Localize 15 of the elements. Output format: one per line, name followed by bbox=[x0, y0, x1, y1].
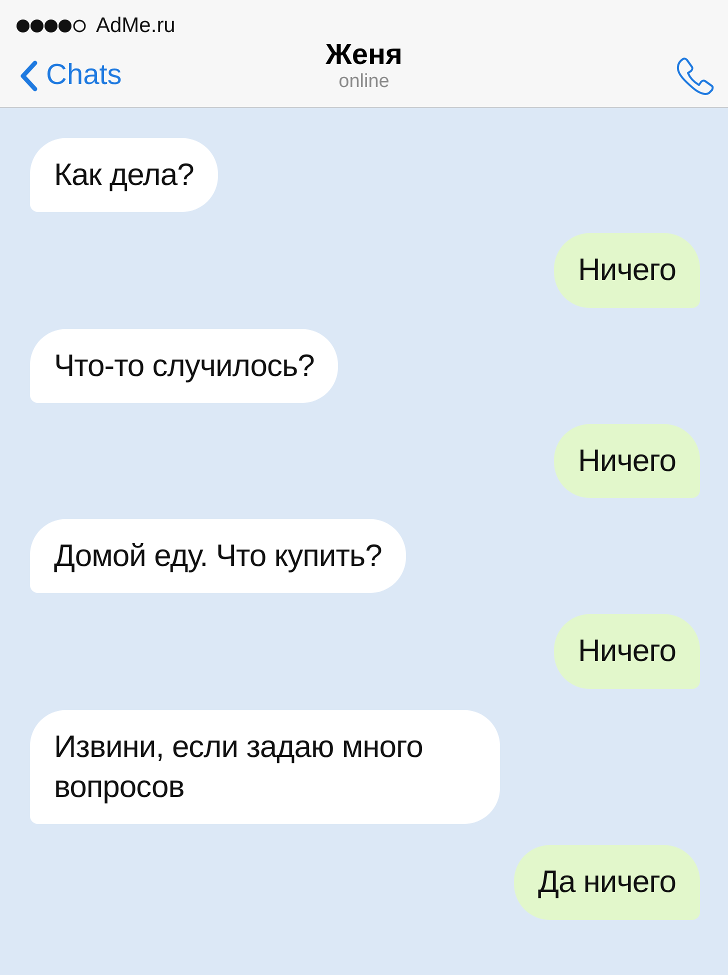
incoming-message: Домой еду. Что купить? bbox=[30, 519, 406, 594]
back-button[interactable]: Chats bbox=[20, 54, 122, 98]
incoming-message: Как дела? bbox=[30, 138, 218, 212]
back-chevron-icon[interactable] bbox=[20, 60, 38, 92]
incoming-message: Что-то случилось? bbox=[30, 328, 338, 403]
outgoing-message: Ничего bbox=[554, 233, 700, 308]
phone-icon[interactable] bbox=[674, 56, 714, 96]
outgoing-message: Да ничего bbox=[514, 845, 700, 920]
incoming-message: Извини, если задаю много вопросов bbox=[30, 710, 500, 824]
signal-icon bbox=[16, 18, 88, 34]
outgoing-message: Ничего bbox=[554, 614, 700, 689]
carrier-name: AdMe.ru bbox=[96, 13, 176, 40]
outgoing-message: Ничего bbox=[554, 424, 700, 498]
contact-status: online bbox=[338, 72, 390, 93]
contact-name: Женя bbox=[326, 40, 402, 72]
